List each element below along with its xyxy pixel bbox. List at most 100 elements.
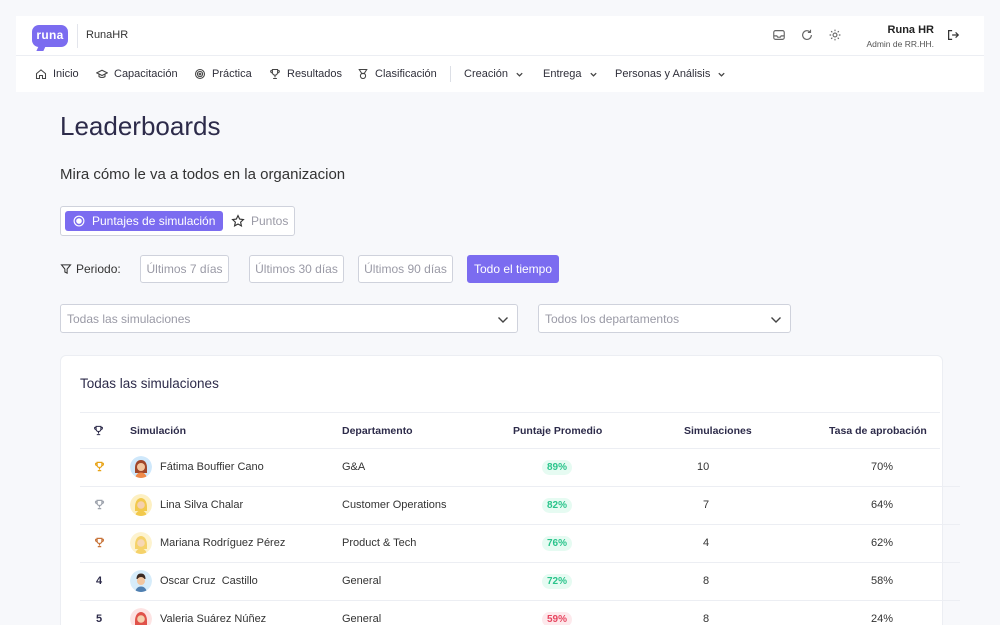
table-row[interactable]: 4 Oscar Cruz Castillo General 72% 8 58% [80,563,960,601]
user-name-cell: Mariana Rodríguez Pérez [160,537,286,549]
pass-rate-cell: 62% [871,537,894,549]
departments-select[interactable]: Todos los departamentos [538,304,791,333]
user-name-cell: Oscar Cruz Castillo [160,575,258,587]
period-label: Periodo: [60,262,121,276]
table-row[interactable]: Fátima Bouffier Cano G&A 89% 10 70% [80,449,960,487]
nav-label: Resultados [287,68,343,80]
column-header-simulaciones[interactable]: Simulaciones [684,425,752,437]
nav-label: Clasificación [375,68,437,80]
simulations-select[interactable]: Todas las simulaciones [60,304,518,333]
score-badge: 82% [542,498,573,513]
chevron-down-icon [516,72,523,77]
column-header-tasa[interactable]: Tasa de aprobación [829,425,927,437]
inbox-icon[interactable] [772,28,786,42]
column-header-puntaje[interactable]: Puntaje Promedio [513,425,602,437]
radio-selected-icon [73,215,85,227]
pass-rate-cell: 24% [871,613,894,625]
table-row[interactable]: Mariana Rodríguez Pérez Product & Tech 7… [80,525,960,563]
simulations-cell: 8 [703,575,710,587]
target-icon [194,68,206,80]
pass-rate-cell: 64% [871,499,894,511]
chevron-down-icon [718,72,726,77]
avatar [130,608,152,625]
silver-trophy-icon [94,499,104,510]
nav-capacitacion[interactable]: Capacitación [96,56,178,92]
table-header: Simulación Departamento Puntaje Promedio… [80,412,940,449]
nav-label: Inicio [53,68,79,80]
runa-logo[interactable]: runa [32,25,68,47]
nav-practica[interactable]: Práctica [194,56,252,92]
score-badge: 89% [542,460,573,475]
leaderboard-card: Todas las simulaciones Simulación Depart… [60,355,960,625]
simulations-cell: 8 [703,613,710,625]
simulations-cell: 4 [703,537,710,549]
department-cell: General [342,613,382,625]
trophy-icon [93,425,104,436]
table-row[interactable]: Lina Silva Chalar Customer Operations 82… [80,487,960,525]
chevron-down-icon [498,317,508,323]
bronze-trophy-icon [94,537,104,548]
user-name[interactable]: Runa HR [888,24,934,36]
logout-icon[interactable] [946,28,960,42]
refresh-icon[interactable] [800,28,814,42]
home-icon [35,69,47,80]
nav-label: Personas y Análisis [615,68,711,80]
graduation-cap-icon [96,69,108,78]
rank-cell [93,499,105,513]
period-30-days-button[interactable]: Últimos 30 días [249,255,344,283]
nav-label: Práctica [212,68,252,80]
company-name: RunaHR [86,29,129,41]
user-name-cell: Valeria Suárez Núñez [160,613,267,625]
column-header-simulacion[interactable]: Simulación [130,425,186,437]
simulation-scores-option[interactable]: Puntajes de simulación [65,211,223,231]
nav-label: Creación [464,68,509,80]
department-cell: General [342,575,382,587]
page-title: Leaderboards [60,111,221,141]
table-title: Todas las simulaciones [80,376,219,391]
avatar [130,456,152,478]
pass-rate-cell: 70% [871,461,894,473]
top-bar: runa RunaHR Runa HR Admin de RR.HH. [16,16,984,56]
rank-cell: 4 [95,575,103,587]
pass-rate-cell: 58% [871,575,894,587]
rank-cell [93,537,105,551]
filter-icon [60,264,72,274]
avatar [130,532,152,554]
department-cell: Customer Operations [342,499,447,511]
page-subtitle: Mira cómo le va a todos en la organizaci… [60,166,346,183]
department-cell: G&A [342,461,366,473]
gold-trophy-icon [94,461,104,472]
settings-gear-icon[interactable] [828,28,842,42]
simulations-cell: 10 [697,461,710,473]
table-row[interactable]: 5 Valeria Suárez Núñez General 59% 8 24% [80,601,960,625]
score-type-toggle: Puntajes de simulación Puntos [60,206,295,236]
rank-cell: 5 [95,613,103,625]
department-cell: Product & Tech [342,537,417,549]
medal-icon [358,68,368,80]
avatar [130,570,152,592]
chevron-down-icon [589,72,597,77]
period-7-days-button[interactable]: Últimos 7 días [140,255,229,283]
nav-creacion-dropdown[interactable]: Creación [464,56,524,92]
score-badge: 59% [542,612,573,625]
user-name-cell: Lina Silva Chalar [160,499,244,511]
period-90-days-button[interactable]: Últimos 90 días [358,255,453,283]
rank-cell [93,461,105,475]
nav-clasificacion[interactable]: Clasificación [357,56,437,92]
points-option[interactable]: Puntos [231,211,288,231]
main-nav: Inicio Capacitación Práctica Resultados … [16,56,984,92]
column-header-departamento[interactable]: Departamento [342,425,413,437]
nav-resultados[interactable]: Resultados [269,56,342,92]
nav-entrega-dropdown[interactable]: Entrega [543,56,598,92]
header-divider [77,24,78,48]
period-all-time-button[interactable]: Todo el tiempo [467,255,559,283]
chevron-down-icon [771,317,781,323]
nav-personas-dropdown[interactable]: Personas y Análisis [615,56,726,92]
nav-inicio[interactable]: Inicio [35,56,79,92]
simulations-cell: 7 [703,499,710,511]
user-role: Admin de RR.HH. [866,39,934,49]
nav-divider [450,66,451,82]
toggle-label: Puntajes de simulación [92,214,216,228]
nav-label: Entrega [543,68,582,80]
toggle-label: Puntos [251,214,289,228]
